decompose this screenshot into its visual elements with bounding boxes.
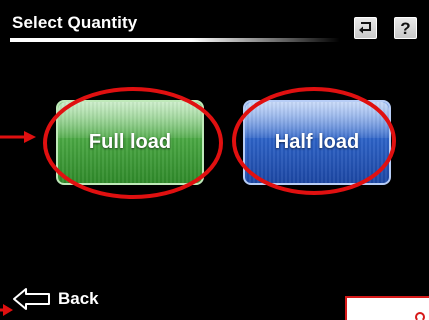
return-arrow-icon [359,22,371,34]
half-load-button[interactable]: Half load [243,100,391,185]
half-load-label: Half load [274,131,360,153]
help-button[interactable]: ? [394,17,417,39]
full-load-label: Full load [88,131,172,153]
back-button[interactable]: Back [12,286,99,312]
back-label: Back [58,289,99,308]
full-load-button[interactable]: Full load [56,100,204,185]
device-screen: Select Quantity ? Full load Half load Ba… [0,0,429,320]
return-button[interactable] [354,17,377,39]
annotation-callout-mark [415,312,425,320]
photo-frame: Select Quantity ? Full load Half load Ba… [0,0,429,320]
header-divider [10,38,340,42]
left-arrow-icon [13,288,50,310]
page-title: Select Quantity [12,13,138,32]
help-icon: ? [400,18,411,38]
